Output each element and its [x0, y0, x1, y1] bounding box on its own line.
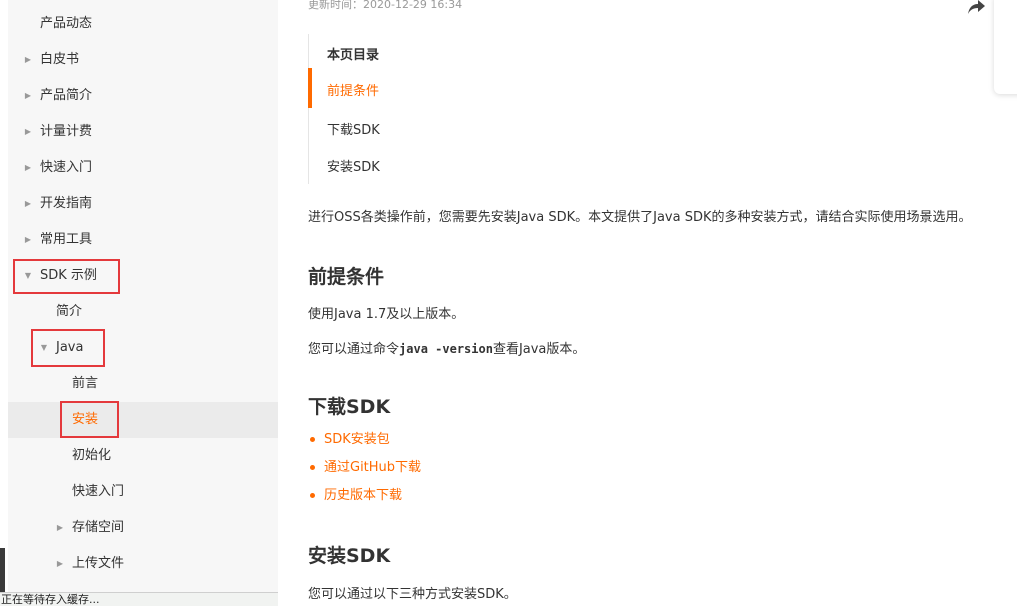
sidebar-item-dev-guide[interactable]: ▶ 开发指南: [8, 186, 278, 222]
sidebar-item-billing[interactable]: ▶ 计量计费: [8, 114, 278, 150]
article: 更新时间：2020-12-29 16:34 本页目录 前提条件 下载SDK 安装…: [278, 0, 1017, 606]
sidebar-item-preface[interactable]: 前言: [8, 366, 278, 402]
section-title-prereq: 前提条件: [308, 266, 385, 288]
inline-code: java -version: [399, 342, 493, 356]
sidebar-item-label: 计量计费: [40, 124, 93, 139]
list-item: SDK安装包: [308, 430, 421, 458]
toc-item-download[interactable]: 下载SDK: [327, 119, 380, 138]
sidebar-item-label: 初始化: [72, 448, 112, 463]
caret-right-icon: ▶: [24, 199, 32, 208]
highlight-box-install: [60, 401, 119, 438]
caret-right-icon: ▶: [24, 163, 32, 172]
intro-paragraph: 进行OSS各类操作前，您需要先安装Java SDK。本文提供了Java SDK的…: [308, 210, 972, 225]
highlight-box-sdk: [13, 259, 120, 294]
text-segment: 查看Java版本。: [492, 342, 586, 357]
sidebar-item-buckets[interactable]: ▶ 存储空间: [8, 510, 278, 546]
caret-right-icon: ▶: [24, 55, 32, 64]
sidebar-item-upload[interactable]: ▶ 上传文件: [8, 546, 278, 582]
sidebar-item-tools[interactable]: ▶ 常用工具: [8, 222, 278, 258]
prereq-paragraph-2: 您可以通过命令java -version查看Java版本。: [308, 338, 585, 357]
download-links: SDK安装包 通过GitHub下载 历史版本下载: [308, 430, 421, 514]
caret-right-icon: ▶: [24, 235, 32, 244]
section-title-install: 安装SDK: [308, 545, 391, 567]
toc-item-install[interactable]: 安装SDK: [327, 156, 380, 175]
sidebar-item-whitepaper[interactable]: ▶ 白皮书: [8, 42, 278, 78]
link-github-download[interactable]: 通过GitHub下载: [324, 460, 421, 475]
updated-time: 更新时间：2020-12-29 16:34: [308, 0, 463, 11]
sidebar-item-label: 开发指南: [40, 196, 93, 211]
caret-right-icon: ▶: [24, 127, 32, 136]
sidebar-item-label: 白皮书: [40, 52, 80, 67]
sidebar-item-label: 存储空间: [72, 520, 125, 535]
list-item: 历史版本下载: [308, 486, 421, 514]
toc-active-marker: [308, 68, 312, 108]
sidebar-item-label: 快速入门: [72, 484, 125, 499]
link-history-download[interactable]: 历史版本下载: [324, 488, 402, 503]
sidebar-item-quick-start[interactable]: ▶ 快速入门: [8, 150, 278, 186]
sidebar-item-label: 产品动态: [40, 16, 93, 31]
share-icon[interactable]: [968, 0, 986, 14]
table-of-contents: 本页目录 前提条件 下载SDK 安装SDK: [308, 34, 629, 184]
sidebar-item-initialize[interactable]: 初始化: [8, 438, 278, 474]
sidebar-item-label: 简介: [56, 304, 83, 319]
caret-right-icon: ▶: [24, 91, 32, 100]
install-paragraph-1: 您可以通过以下三种方式安装SDK。: [308, 587, 517, 602]
bullet-icon: [310, 437, 315, 442]
sidebar-item-product-news[interactable]: 产品动态: [8, 6, 278, 42]
sidebar-item-label: 快速入门: [40, 160, 93, 175]
bullet-icon: [310, 465, 315, 470]
sidebar-item-java-quick-start[interactable]: 快速入门: [8, 474, 278, 510]
sidebar-item-sdk-intro[interactable]: 简介: [8, 294, 278, 330]
sidebar: 产品动态 ▶ 白皮书 ▶ 产品简介 ▶ 计量计费 ▶ 快速入门 ▶ 开发指南 ▶…: [8, 0, 278, 606]
section-title-download: 下载SDK: [308, 396, 391, 418]
bullet-icon: [310, 493, 315, 498]
sidebar-item-label: 上传文件: [72, 556, 125, 571]
toc-title: 本页目录: [327, 48, 380, 63]
list-item: 通过GitHub下载: [308, 458, 421, 486]
caret-right-icon: ▶: [56, 559, 64, 568]
sidebar-item-label: 前言: [72, 376, 99, 391]
highlight-box-java: [31, 329, 105, 367]
sidebar-item-product-intro[interactable]: ▶ 产品简介: [8, 78, 278, 114]
caret-right-icon: ▶: [56, 523, 64, 532]
link-sdk-package[interactable]: SDK安装包: [324, 432, 390, 447]
prereq-paragraph-1: 使用Java 1.7及以上版本。: [308, 307, 465, 322]
sidebar-item-label: 产品简介: [40, 88, 93, 103]
toc-item-prereq[interactable]: 前提条件: [327, 80, 379, 99]
text-segment: 您可以通过命令: [308, 342, 400, 357]
floating-toolbar: [994, 0, 1017, 94]
sidebar-item-install[interactable]: 安装: [8, 402, 278, 438]
sidebar-item-label: 常用工具: [40, 232, 93, 247]
